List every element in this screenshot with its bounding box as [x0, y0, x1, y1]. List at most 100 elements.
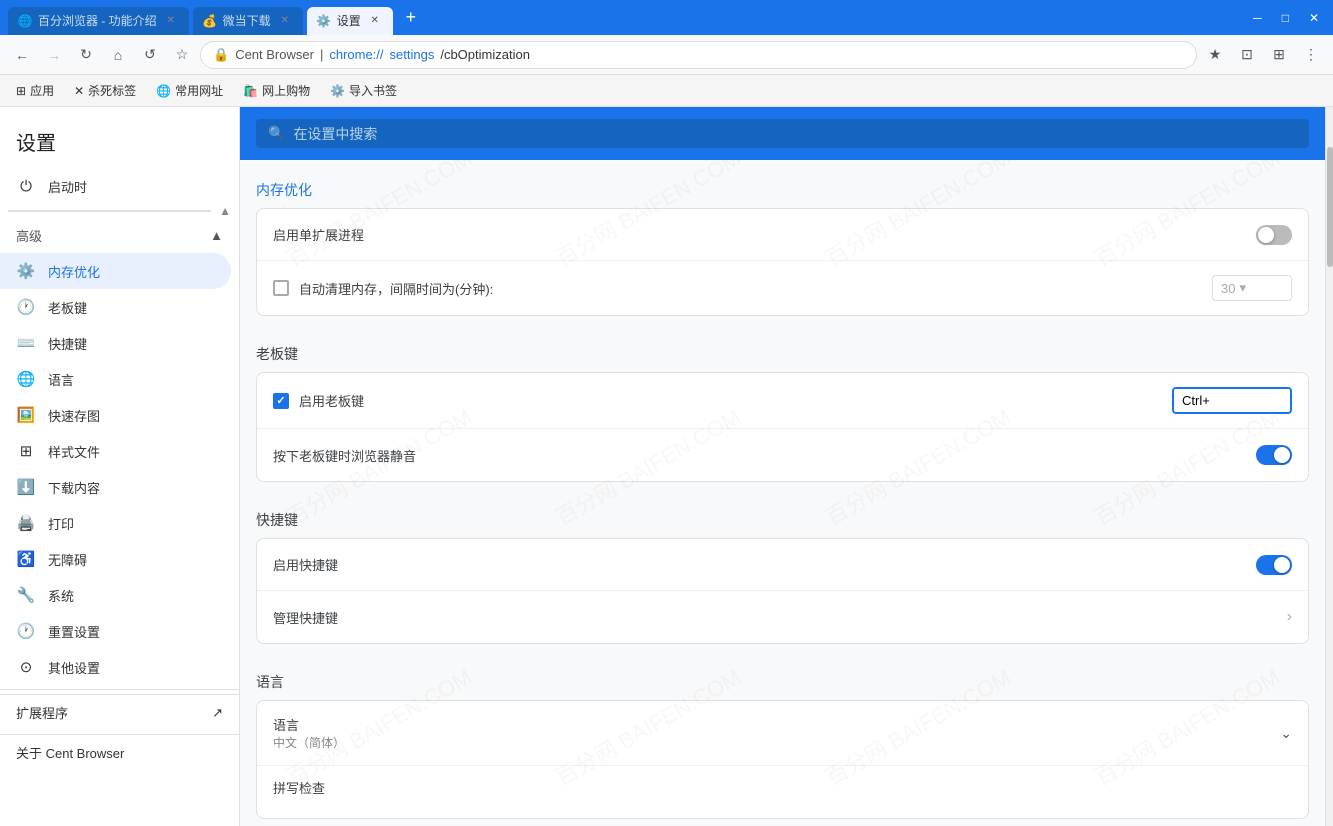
- scrollbar-thumb[interactable]: [1327, 147, 1333, 267]
- common-icon: 🌐: [156, 84, 171, 98]
- sidebar-item-boss-key[interactable]: 🕐 老板键: [0, 289, 239, 325]
- maximize-button[interactable]: □: [1276, 9, 1295, 27]
- bookmark-apps[interactable]: ⊞ 应用: [8, 79, 62, 102]
- advanced-collapse-icon: ▲: [210, 228, 223, 243]
- sidebar-item-startup[interactable]: ⏻ 启动时: [0, 168, 239, 204]
- close-button[interactable]: ✕: [1303, 9, 1325, 27]
- search-bar: 🔍: [240, 107, 1325, 160]
- shortcuts-card: 启用快捷键 管理快捷键 ›: [256, 538, 1309, 644]
- sidebar-extensions[interactable]: 扩展程序 ↗: [0, 694, 239, 730]
- single-ext-toggle[interactable]: [1256, 225, 1292, 245]
- bookmark-page-button[interactable]: ★: [1201, 41, 1229, 69]
- bookmark-import[interactable]: ⚙️ 导入书签: [322, 79, 405, 102]
- search-input[interactable]: [293, 126, 1297, 142]
- address-prefix: Cent Browser: [235, 47, 314, 62]
- style-files-label: 样式文件: [48, 442, 100, 461]
- bookmark-kill-tabs[interactable]: ✕ 杀死标签: [66, 79, 144, 102]
- import-label: 导入书签: [349, 82, 397, 99]
- sidebar-section-advanced[interactable]: 高级 ▲: [0, 218, 239, 253]
- spell-check-row: 拼写检查: [257, 766, 1308, 818]
- language-name: 语言: [273, 715, 1280, 734]
- bookmark-common-sites[interactable]: 🌐 常用网址: [148, 79, 231, 102]
- other-icon: ⊙: [16, 658, 36, 676]
- auto-clear-label: 自动清理内存，间隔时间为(分钟):: [299, 279, 493, 298]
- screenshot-icon: 🖼️: [16, 406, 36, 424]
- sidebar-item-print[interactable]: 🖨️ 打印: [0, 505, 239, 541]
- sidebar-item-other[interactable]: ⊙ 其他设置: [0, 649, 239, 685]
- window-controls: ─ □ ✕: [1247, 9, 1325, 27]
- sidebar-divider: [0, 689, 239, 690]
- tab-intro-icon: 🌐: [18, 14, 32, 28]
- address-scheme: chrome://: [329, 47, 383, 62]
- sidebar-item-style-files[interactable]: ⊞ 样式文件: [0, 433, 239, 469]
- address-input[interactable]: 🔒 Cent Browser | chrome:// settings /cbO…: [200, 41, 1197, 69]
- sidebar-item-screenshot[interactable]: 🖼️ 快速存图: [0, 397, 239, 433]
- print-label: 打印: [48, 514, 74, 533]
- auto-clear-dropdown[interactable]: 30 ▾: [1212, 275, 1292, 301]
- sidebar-item-language[interactable]: 🌐 语言: [0, 361, 239, 397]
- system-icon: 🔧: [16, 586, 36, 604]
- auto-clear-checkbox[interactable]: [273, 280, 289, 296]
- startup-icon: ⏻: [16, 178, 36, 195]
- kill-icon: ✕: [74, 84, 84, 98]
- back-button[interactable]: ←: [8, 41, 36, 69]
- settings-content: 内存优化 启用单扩展进程 自动清理内存，间隔时间为(分钟):: [240, 160, 1325, 826]
- minimize-button[interactable]: ─: [1247, 9, 1268, 27]
- memory-card: 启用单扩展进程 自动清理内存，间隔时间为(分钟): 30 ▾: [256, 208, 1309, 316]
- sidebar-item-shortcuts[interactable]: ⌨️ 快捷键: [0, 325, 239, 361]
- shortcuts-section-header: 快捷键: [256, 490, 1309, 538]
- sidebar-item-accessibility[interactable]: ♿ 无障碍: [0, 541, 239, 577]
- home-button[interactable]: ⌂: [104, 41, 132, 69]
- new-tab-button[interactable]: +: [397, 4, 425, 32]
- tab-download-label: 微当下载: [223, 12, 271, 29]
- menu-button[interactable]: ⋮: [1297, 41, 1325, 69]
- shortcuts-manage-arrow-icon: ›: [1287, 608, 1292, 626]
- shortcuts-toggle[interactable]: [1256, 555, 1292, 575]
- history-back-button[interactable]: ↺: [136, 41, 164, 69]
- search-icon: 🔍: [268, 125, 285, 142]
- memory-label: 内存优化: [48, 262, 100, 281]
- boss-key-mute-toggle[interactable]: [1256, 445, 1292, 465]
- sidebar-item-reset[interactable]: 🕐 重置设置: [0, 613, 239, 649]
- forward-button[interactable]: →: [40, 41, 68, 69]
- memory-icon: ⚙️: [16, 262, 36, 280]
- screenshot-label: 快速存图: [48, 406, 100, 425]
- boss-key-mute-label: 按下老板键时浏览器静音: [273, 446, 1256, 465]
- other-label: 其他设置: [48, 658, 100, 677]
- sidebar-item-memory[interactable]: ⚙️ 内存优化: [0, 253, 231, 289]
- tab-settings[interactable]: ⚙️ 设置 ✕: [307, 7, 393, 35]
- tab-intro-close[interactable]: ✕: [163, 13, 179, 29]
- tab-download-close[interactable]: ✕: [277, 13, 293, 29]
- boss-key-checkbox[interactable]: [273, 393, 289, 409]
- shortcuts-manage-row[interactable]: 管理快捷键 ›: [257, 591, 1308, 643]
- tab-download-icon: 💰: [203, 14, 217, 28]
- bookmark-star-button[interactable]: ☆: [168, 41, 196, 69]
- language-row[interactable]: 语言 中文（简体） ⌄: [257, 701, 1308, 766]
- accessibility-label: 无障碍: [48, 550, 87, 569]
- sidebar-item-system[interactable]: 🔧 系统: [0, 577, 239, 613]
- extension-list-button[interactable]: ⊞: [1265, 41, 1293, 69]
- downloads-icon: ⬇️: [16, 478, 36, 496]
- auto-clear-label-wrap: 自动清理内存，间隔时间为(分钟):: [273, 279, 1212, 298]
- reload-button[interactable]: ↻: [72, 41, 100, 69]
- memory-row-single-ext: 启用单扩展进程: [257, 209, 1308, 261]
- search-wrap[interactable]: 🔍: [256, 119, 1309, 148]
- sidebar-item-downloads[interactable]: ⬇️ 下载内容: [0, 469, 239, 505]
- tab-intro[interactable]: 🌐 百分浏览器 - 功能介绍 ✕: [8, 7, 189, 35]
- address-hash: /cbOptimization: [440, 47, 530, 62]
- reader-mode-button[interactable]: ⊡: [1233, 41, 1261, 69]
- tab-settings-close[interactable]: ✕: [367, 13, 383, 29]
- boss-key-input[interactable]: [1172, 387, 1292, 414]
- boss-key-section-header: 老板键: [256, 324, 1309, 372]
- bookmarks-bar: ⊞ 应用 ✕ 杀死标签 🌐 常用网址 🛍️ 网上购物 ⚙️ 导入书签: [0, 75, 1333, 107]
- tab-intro-label: 百分浏览器 - 功能介绍: [38, 12, 157, 29]
- language-icon: 🌐: [16, 370, 36, 388]
- tab-download[interactable]: 💰 微当下载 ✕: [193, 7, 303, 35]
- style-files-icon: ⊞: [16, 442, 36, 460]
- sidebar-about[interactable]: 关于 Cent Browser: [0, 734, 239, 770]
- print-icon: 🖨️: [16, 514, 36, 532]
- tab-settings-icon: ⚙️: [317, 14, 331, 28]
- bookmark-shopping[interactable]: 🛍️ 网上购物: [235, 79, 318, 102]
- language-row-content: 语言 中文（简体）: [273, 715, 1280, 751]
- content-scrollbar[interactable]: [1325, 107, 1333, 826]
